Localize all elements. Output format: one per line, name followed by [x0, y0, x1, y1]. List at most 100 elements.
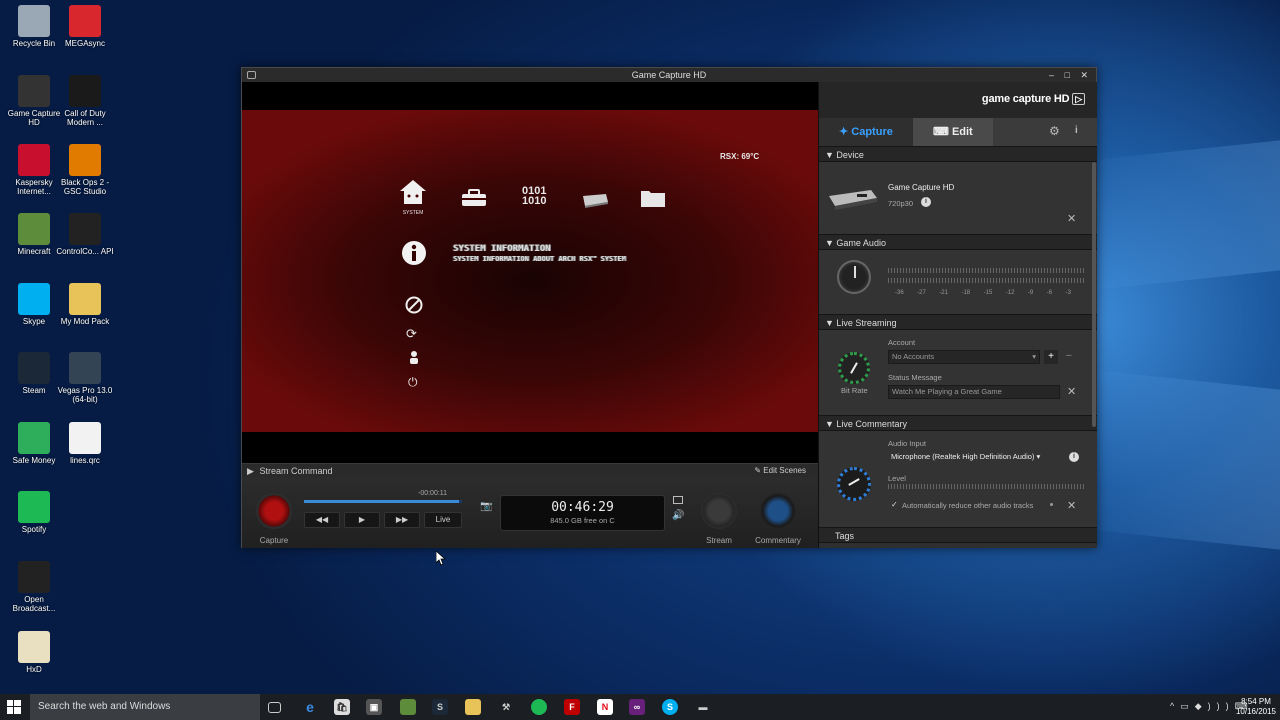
auto-reduce-checkbox[interactable]: ✓ [891, 500, 898, 509]
clock[interactable]: 8:54 PM 10/16/2015 [1236, 697, 1276, 717]
live-streaming-section-header[interactable]: ▼ Live Streaming [819, 314, 1097, 330]
elapsed-time: -00:00:11 [418, 490, 448, 497]
edge-icon[interactable]: e [302, 699, 318, 715]
game-audio-section-header[interactable]: ▼ Game Audio [819, 234, 1097, 250]
desktop-icon[interactable]: lines.qrc [53, 422, 117, 465]
capture-label: Capture [259, 536, 289, 545]
store-icon[interactable]: 🛍 [334, 699, 350, 715]
filezilla-icon[interactable]: F [564, 699, 580, 715]
live-button[interactable]: Live [424, 512, 462, 528]
tab-capture[interactable]: ✦ Capture [819, 118, 913, 146]
desktop-icon[interactable]: Spotify [2, 491, 66, 534]
edit-scenes-link[interactable]: ✎ Edit Scenes [754, 464, 806, 478]
skype-taskbar-icon[interactable]: S [662, 699, 678, 715]
bitrate-knob[interactable] [838, 352, 870, 384]
desktop-icon[interactable]: ControlCo... API [53, 213, 117, 256]
playback-progress-fill [304, 500, 459, 503]
search-box[interactable]: Search the web and Windows [30, 694, 260, 720]
explorer-icon[interactable] [465, 699, 481, 715]
commentary-settings-wrench-icon[interactable]: ✕ [1067, 499, 1076, 512]
tags-section-header[interactable]: Tags [819, 527, 1097, 543]
remove-account-button[interactable]: – [1066, 350, 1072, 361]
fast-forward-button[interactable]: ▶▶ [384, 512, 420, 528]
tab-capture-label: Capture [851, 126, 893, 138]
desktop-icon[interactable]: Vegas Pro 13.0 (64-bit) [53, 352, 117, 404]
desktop-icon[interactable]: My Mod Pack [53, 283, 117, 326]
user-icon [408, 350, 420, 369]
wallpaper-beam [1097, 370, 1280, 550]
clock-date: 10/16/2015 [1235, 707, 1276, 716]
controller-icon [69, 213, 101, 245]
desktop-icon[interactable]: MEGAsync [53, 5, 117, 48]
game-capture-taskbar-icon[interactable]: ▣ [366, 699, 382, 715]
visual-studio-icon[interactable]: ∞ [629, 699, 645, 715]
rewind-button[interactable]: ◀◀ [304, 512, 340, 528]
meter-tick-label: -18 [961, 290, 971, 296]
audio-input-info-icon[interactable]: i [1069, 452, 1079, 462]
commentary-button[interactable] [760, 493, 796, 529]
toolbox-icon [461, 189, 487, 212]
snapshot-camera-icon[interactable]: 📷 [480, 501, 492, 512]
update-icon: ⟳ [406, 326, 417, 341]
hxd-icon [18, 631, 50, 663]
desktop-icon-label: HxD [26, 665, 42, 674]
stream-command-label: Stream Command [259, 466, 333, 476]
volume-icon[interactable]: 🔊 [672, 510, 684, 521]
info-subtitle: SYSTEM INFORMATION ABOUT ARCH RSX™ SYSTE… [453, 255, 626, 263]
auto-reduce-label: Automatically reduce other audio tracks [902, 501, 1034, 510]
black-ops-icon [69, 144, 101, 176]
level-label: Level [888, 474, 906, 483]
task-view-icon[interactable] [268, 702, 281, 713]
device-section-header[interactable]: ▼ Device [819, 146, 1097, 162]
steam-taskbar-icon[interactable]: S [432, 699, 448, 715]
status-message-input[interactable]: Watch Me Playing a Great Game [888, 385, 1060, 399]
start-button[interactable] [7, 700, 21, 714]
desktop-icon-label: Open Broadcast... [12, 595, 56, 613]
audio-input-select[interactable]: Microphone (Realtek High Definition Audi… [888, 451, 1060, 465]
screen-icon[interactable] [673, 496, 683, 504]
game-capture-icon [18, 75, 50, 107]
title-bar[interactable]: Game Capture HD – □ ✕ [242, 68, 1096, 82]
live-commentary-section-header[interactable]: ▼ Live Commentary [819, 415, 1097, 431]
desktop-icon[interactable]: HxD [2, 631, 66, 674]
file-icon [69, 422, 101, 454]
settings-gear-icon[interactable]: ⚙ [1049, 124, 1060, 138]
desktop-icon-label: ControlCo... API [56, 247, 114, 256]
minecraft-taskbar-icon[interactable] [400, 699, 416, 715]
stream-label: Stream [706, 536, 732, 545]
desktop-icon-label: Spotify [21, 525, 47, 534]
add-account-button[interactable]: + [1044, 350, 1058, 364]
brand-logo: game capture HD ▷ [819, 82, 1097, 118]
panel-scrollbar[interactable] [1092, 162, 1096, 427]
tab-edit[interactable]: ⌨ Edit [913, 118, 993, 146]
desktop-icon[interactable]: Open Broadcast... [2, 561, 66, 613]
edit-scenes-label: Edit Scenes [763, 466, 806, 475]
stream-command-bar[interactable]: ▶ Stream Command ✎ Edit Scenes [242, 463, 818, 477]
desktop-icon-label: My Mod Pack [60, 317, 110, 326]
mega-icon [69, 5, 101, 37]
game-audio-meter [888, 268, 1084, 273]
app-menu-icon[interactable] [247, 71, 256, 79]
controller-taskbar-icon[interactable]: ▬ [695, 699, 711, 715]
account-select[interactable]: No Accounts ▾ [888, 350, 1040, 364]
tool-taskbar-icon[interactable]: ⚒ [498, 699, 514, 715]
netflix-icon[interactable]: N [597, 699, 613, 715]
meter-tick-label: -36 [895, 290, 904, 296]
commentary-volume-knob[interactable] [837, 467, 871, 501]
device-settings-wrench-icon[interactable]: ✕ [1067, 212, 1076, 225]
capture-button[interactable] [256, 493, 292, 529]
window-controls[interactable]: – □ ✕ [1049, 68, 1092, 82]
stream-button[interactable] [701, 493, 737, 529]
spotify-taskbar-icon[interactable] [531, 699, 547, 715]
meter-tick-label: -15 [983, 290, 993, 296]
playback-progress[interactable] [304, 500, 462, 503]
resolution-info-icon[interactable]: i [921, 197, 931, 207]
expand-arrow-icon[interactable]: ▶ [247, 466, 254, 476]
streaming-settings-wrench-icon[interactable]: ✕ [1067, 385, 1076, 398]
info-button-icon[interactable]: i [1075, 125, 1078, 136]
desktop-icon[interactable]: Black Ops 2 - GSC Studio [53, 144, 117, 196]
game-audio-volume-knob[interactable] [837, 260, 871, 294]
info-icon [401, 240, 427, 271]
desktop-icon[interactable]: Call of Duty Modern ... [53, 75, 117, 127]
play-button[interactable]: ▶ [344, 512, 380, 528]
